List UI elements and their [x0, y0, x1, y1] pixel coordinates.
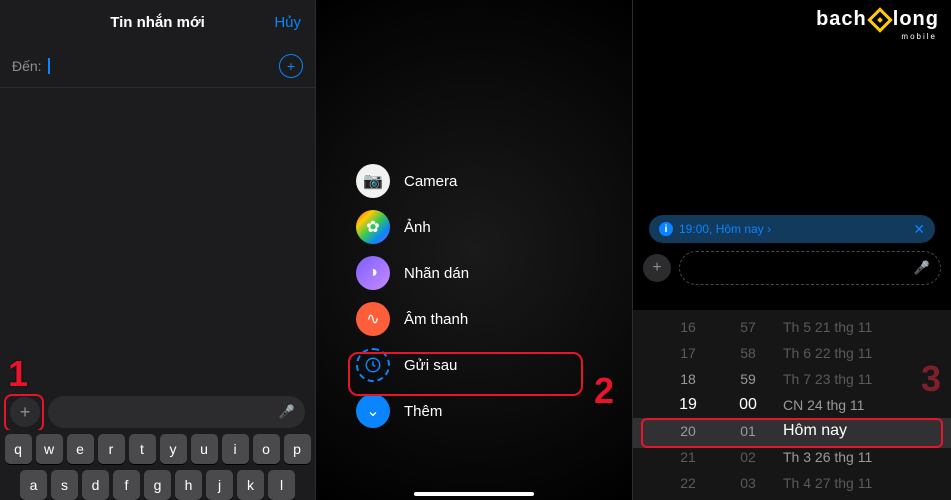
key-u[interactable]: u — [191, 434, 218, 464]
picker-value[interactable]: 23 — [663, 496, 713, 500]
key-s[interactable]: s — [51, 470, 78, 500]
key-j[interactable]: j — [206, 470, 233, 500]
kbd-row-2: asdfghjkl — [2, 470, 313, 500]
compose-row: + 🎤 — [643, 251, 941, 285]
highlight-plus — [4, 394, 44, 432]
logo-icon — [867, 7, 892, 32]
highlight-send-later — [348, 352, 583, 396]
picker-minute-column[interactable]: 565758590001020304 — [723, 310, 773, 500]
key-k[interactable]: k — [237, 470, 264, 500]
picker-value[interactable]: 57 — [723, 314, 773, 340]
menu-item-label: Ảnh — [404, 219, 431, 236]
panel-attachment-menu: 📷Camera✿Ảnh◑Nhãn dán∿Âm thanhGửi sau⌄Thê… — [316, 0, 633, 500]
menu-item-label: Camera — [404, 173, 457, 190]
picker-value[interactable]: 16 — [663, 314, 713, 340]
logo-text-1: bach — [816, 8, 867, 31]
keyboard: qwertyuiop asdfghjkl — [0, 430, 315, 500]
menu-item-label: Nhãn dán — [404, 265, 469, 282]
picker-value[interactable]: CN 24 thg 11 — [783, 392, 933, 418]
key-l[interactable]: l — [268, 470, 295, 500]
picker-day-column[interactable]: Th 4 20 thg 11Th 5 21 thg 11Th 6 22 thg … — [783, 310, 933, 500]
key-f[interactable]: f — [113, 470, 140, 500]
close-icon[interactable]: ✕ — [913, 221, 925, 238]
message-input-dashed[interactable]: 🎤 — [679, 251, 941, 285]
key-q[interactable]: q — [5, 434, 32, 464]
mic-icon[interactable]: 🎤 — [279, 404, 295, 420]
key-p[interactable]: p — [284, 434, 311, 464]
photos-icon: ✿ — [356, 210, 390, 244]
key-d[interactable]: d — [82, 470, 109, 500]
picker-value[interactable]: 03 — [723, 470, 773, 496]
picker-value[interactable]: 22 — [663, 470, 713, 496]
panel-schedule-picker: bach long mobile i 19:00, Hôm nay › ✕ + … — [633, 0, 951, 500]
menu-item-label: Thêm — [404, 403, 442, 420]
key-t[interactable]: t — [129, 434, 156, 464]
recipient-row[interactable]: Đến: + — [0, 44, 315, 88]
menu-item-audio[interactable]: ∿ Âm thanh — [356, 296, 632, 342]
highlight-picker-row — [641, 418, 943, 448]
menu-item-label: Âm thanh — [404, 311, 468, 328]
key-i[interactable]: i — [222, 434, 249, 464]
text-cursor — [48, 58, 50, 74]
picker-value[interactable]: Th 6 22 thg 11 — [783, 340, 933, 366]
more-icon: ⌄ — [356, 394, 390, 428]
picker-value[interactable]: 19 — [663, 392, 713, 418]
picker-value[interactable]: 58 — [723, 340, 773, 366]
audio-icon: ∿ — [356, 302, 390, 336]
key-a[interactable]: a — [20, 470, 47, 500]
step-badge-2: 2 — [594, 370, 614, 412]
cancel-button[interactable]: Hủy — [274, 14, 301, 31]
scheduled-compose-area: i 19:00, Hôm nay › ✕ + 🎤 — [643, 215, 941, 285]
picker-value[interactable]: Th 7 23 thg 11 — [783, 366, 933, 392]
to-label: Đến: — [12, 58, 42, 74]
menu-item-photos[interactable]: ✿ Ảnh — [356, 204, 632, 250]
menu-item-sticker[interactable]: ◑ Nhãn dán — [356, 250, 632, 296]
key-y[interactable]: y — [160, 434, 187, 464]
scheduled-time-pill[interactable]: i 19:00, Hôm nay › ✕ — [649, 215, 935, 243]
key-e[interactable]: e — [67, 434, 94, 464]
camera-icon: 📷 — [356, 164, 390, 198]
picker-value[interactable]: 00 — [723, 392, 773, 418]
datetime-picker[interactable]: 151617181920212223 565758590001020304 Th… — [633, 310, 951, 500]
picker-value[interactable]: 18 — [663, 366, 713, 392]
picker-value[interactable]: 04 — [723, 496, 773, 500]
add-contact-icon[interactable]: + — [279, 54, 303, 78]
plus-button[interactable]: + — [643, 254, 671, 282]
brand-logo: bach long — [816, 8, 939, 31]
key-r[interactable]: r — [98, 434, 125, 464]
nav-bar: Tin nhắn mới Hủy — [0, 0, 315, 44]
step-badge-1: 1 — [8, 353, 28, 395]
nav-title: Tin nhắn mới — [110, 14, 205, 31]
logo-subtitle: mobile — [901, 32, 937, 41]
sticker-icon: ◑ — [356, 256, 390, 290]
picker-value[interactable]: Th 4 27 thg 11 — [783, 470, 933, 496]
info-icon: i — [659, 222, 673, 236]
picker-hour-column[interactable]: 151617181920212223 — [663, 310, 713, 500]
menu-item-camera[interactable]: 📷 Camera — [356, 158, 632, 204]
key-h[interactable]: h — [175, 470, 202, 500]
key-o[interactable]: o — [253, 434, 280, 464]
picker-value[interactable]: Th 5 28 thg 11 — [783, 496, 933, 500]
scheduled-time-label: 19:00, Hôm nay › — [679, 222, 907, 236]
logo-text-2: long — [893, 8, 939, 31]
kbd-row-1: qwertyuiop — [2, 434, 313, 464]
key-w[interactable]: w — [36, 434, 63, 464]
mic-icon[interactable]: 🎤 — [914, 260, 930, 276]
message-input[interactable]: 🎤 — [48, 396, 305, 428]
picker-value[interactable]: Th 5 21 thg 11 — [783, 314, 933, 340]
compose-bar: + 🎤 — [0, 396, 315, 428]
picker-value[interactable]: 17 — [663, 340, 713, 366]
panel-new-message: Tin nhắn mới Hủy Đến: + 1 + 🎤 qwertyuiop… — [0, 0, 316, 500]
key-g[interactable]: g — [144, 470, 171, 500]
picker-value[interactable]: 59 — [723, 366, 773, 392]
home-indicator — [414, 492, 534, 496]
